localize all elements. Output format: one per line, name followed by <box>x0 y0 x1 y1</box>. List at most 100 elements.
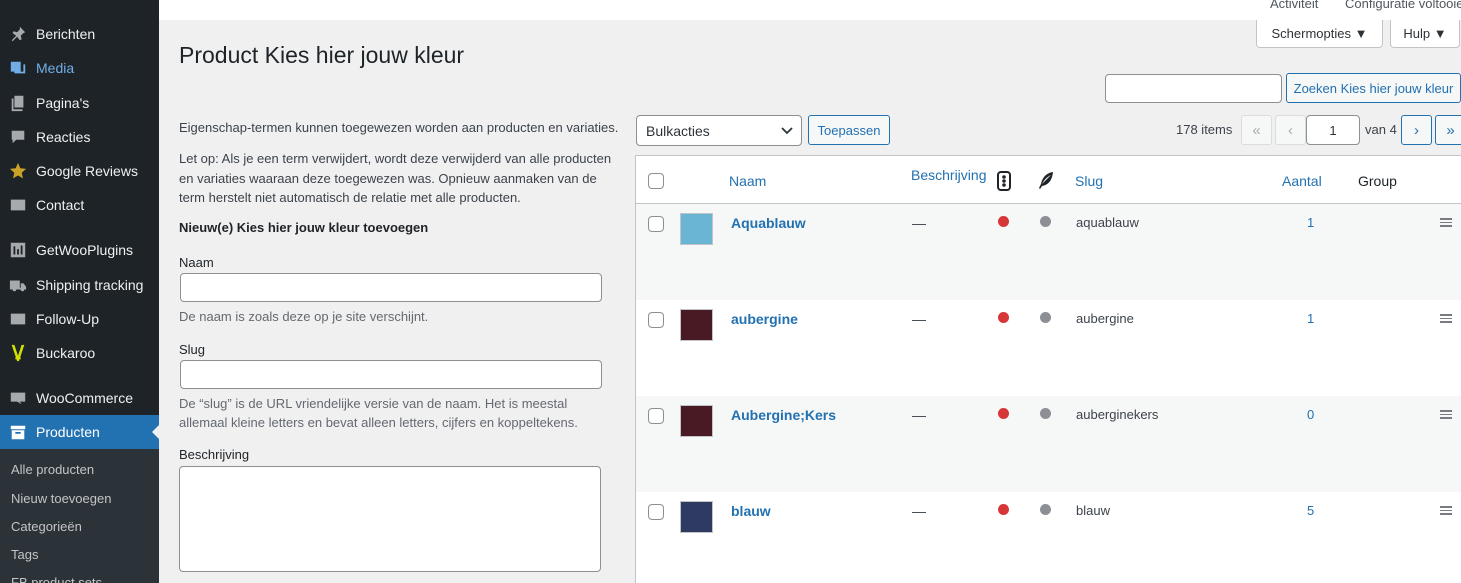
search-button[interactable]: Zoeken Kies hier jouw kleur <box>1286 73 1461 103</box>
media-icon <box>0 59 36 77</box>
row-checkbox[interactable] <box>648 504 664 520</box>
admin-sidebar: Berichten Media Pagina's Reacties Google… <box>0 0 159 583</box>
term-description: — <box>912 407 926 423</box>
submenu-alle-producten[interactable]: Alle producten <box>11 462 94 477</box>
sidebar-item-getwooplugins[interactable]: GetWooPlugins <box>0 233 159 267</box>
sidebar-item-producten[interactable]: Producten <box>0 415 159 449</box>
term-name-link[interactable]: Aquablauw <box>731 215 806 231</box>
row-checkbox[interactable] <box>648 216 664 232</box>
column-name[interactable]: Naam <box>729 173 766 189</box>
sidebar-item-label: Producten <box>36 424 100 440</box>
sidebar-item-buckaroo[interactable]: Buckaroo <box>0 336 159 370</box>
activity-link[interactable]: Activiteit <box>1270 0 1318 11</box>
sidebar-item-label: Berichten <box>36 26 96 42</box>
bulk-actions-select[interactable]: Bulkacties <box>636 115 802 146</box>
name-field[interactable] <box>180 273 602 302</box>
current-page-input[interactable]: 1 <box>1306 115 1360 145</box>
help-button[interactable]: Hulp ▼ <box>1390 20 1460 48</box>
status-dot-red <box>998 216 1009 227</box>
activity-bar: Activiteit Configuratie voltooien <box>159 0 1461 20</box>
term-name-link[interactable]: blauw <box>731 503 771 519</box>
feather-icon <box>1038 171 1054 192</box>
term-slug: aquablauw <box>1076 215 1139 230</box>
drag-handle-icon[interactable] <box>1440 506 1452 515</box>
sidebar-item-shipping-tracking[interactable]: Shipping tracking <box>0 268 159 302</box>
submenu-nieuw-toevoegen[interactable]: Nieuw toevoegen <box>11 491 111 506</box>
items-count: 178 items <box>1176 122 1233 137</box>
table-row: aubergine — aubergine 1 <box>636 300 1461 396</box>
slug-field[interactable] <box>180 360 602 389</box>
sidebar-item-label: Shipping tracking <box>36 277 144 293</box>
sidebar-item-reacties[interactable]: Reacties <box>0 120 159 154</box>
term-count-link[interactable]: 0 <box>1307 407 1314 422</box>
term-name-link[interactable]: Aubergine;Kers <box>731 407 836 423</box>
select-all-checkbox[interactable] <box>648 173 664 189</box>
page-title: Product Kies hier jouw kleur <box>179 42 465 68</box>
setup-link[interactable]: Configuratie voltooien <box>1345 0 1461 11</box>
table-row: blauw — blauw 5 <box>636 492 1461 583</box>
mail-icon <box>0 196 36 214</box>
screen-options-button[interactable]: Schermopties ▼ <box>1256 20 1383 48</box>
status-dot-red <box>998 312 1009 323</box>
first-page-button[interactable]: « <box>1241 115 1272 145</box>
status-dot-grey <box>1040 312 1051 323</box>
row-checkbox[interactable] <box>648 408 664 424</box>
sidebar-item-woocommerce[interactable]: WooCommerce <box>0 381 159 415</box>
table-header: Naam Beschrijving Slug Aantal Group <box>636 156 1461 204</box>
term-name-link[interactable]: aubergine <box>731 311 798 327</box>
sidebar-item-paginas[interactable]: Pagina's <box>0 86 159 120</box>
term-count-link[interactable]: 1 <box>1307 215 1314 230</box>
terms-table: Naam Beschrijving Slug Aantal Group Aqua… <box>635 155 1461 583</box>
submenu-tags[interactable]: Tags <box>11 547 38 562</box>
status-dot-grey <box>1040 504 1051 515</box>
add-term-heading: Nieuw(e) Kies hier jouw kleur toevoegen <box>179 220 429 235</box>
apply-button[interactable]: Toepassen <box>808 115 890 145</box>
last-page-button[interactable]: » <box>1435 115 1461 145</box>
status-dot-grey <box>1040 216 1051 227</box>
delete-note: Let op: Als je een term verwijdert, word… <box>179 151 612 205</box>
drag-handle-icon[interactable] <box>1440 410 1452 419</box>
term-slug: auberginekers <box>1076 407 1159 422</box>
column-description[interactable]: Beschrijving <box>911 167 986 183</box>
prev-page-button[interactable]: ‹ <box>1275 115 1306 145</box>
plugins-icon <box>0 241 36 259</box>
drag-handle-icon[interactable] <box>1440 218 1452 227</box>
next-page-button[interactable]: › <box>1401 115 1432 145</box>
slug-label: Slug <box>179 342 206 357</box>
sidebar-item-label: WooCommerce <box>36 390 133 406</box>
mail-icon <box>0 310 36 328</box>
row-checkbox[interactable] <box>648 312 664 328</box>
column-group: Group <box>1358 173 1397 189</box>
pin-icon <box>0 25 36 43</box>
producten-submenu: Alle producten Nieuw toevoegen Categorie… <box>0 449 159 583</box>
intro-text: Eigenschap-termen kunnen toegewezen word… <box>179 120 619 135</box>
truck-icon <box>0 276 36 294</box>
submenu-categorieen[interactable]: Categorieën <box>11 519 82 534</box>
slug-description: De “slug” is de URL vriendelijke versie … <box>179 396 578 430</box>
sidebar-item-label: Buckaroo <box>36 345 96 361</box>
pages-icon <box>0 94 36 112</box>
sidebar-item-label: Follow-Up <box>36 311 100 327</box>
status-dot-grey <box>1040 408 1051 419</box>
sidebar-item-media[interactable]: Media <box>0 51 159 85</box>
name-label: Naam <box>179 255 214 270</box>
submenu-fb-product-sets[interactable]: FB product sets <box>11 575 102 583</box>
bulk-actions-value: Bulkacties <box>646 122 710 139</box>
sidebar-item-google-reviews[interactable]: Google Reviews <box>0 154 159 188</box>
description-textarea[interactable] <box>179 466 601 572</box>
status-column-icon <box>997 171 1011 194</box>
column-slug[interactable]: Slug <box>1075 173 1103 189</box>
drag-handle-icon[interactable] <box>1440 314 1452 323</box>
sidebar-item-berichten[interactable]: Berichten <box>0 17 159 51</box>
sidebar-item-follow-up[interactable]: Follow-Up <box>0 302 159 336</box>
chevron-down-icon <box>781 127 793 135</box>
column-count[interactable]: Aantal <box>1282 173 1322 189</box>
status-dot-red <box>998 408 1009 419</box>
sidebar-item-contact[interactable]: Contact <box>0 188 159 222</box>
term-count-link[interactable]: 5 <box>1307 503 1314 518</box>
sidebar-item-label: Reacties <box>36 129 91 145</box>
term-count-link[interactable]: 1 <box>1307 311 1314 326</box>
color-swatch <box>680 405 713 437</box>
search-input[interactable] <box>1105 74 1282 103</box>
name-description: De naam is zoals deze op je site verschi… <box>179 309 429 324</box>
